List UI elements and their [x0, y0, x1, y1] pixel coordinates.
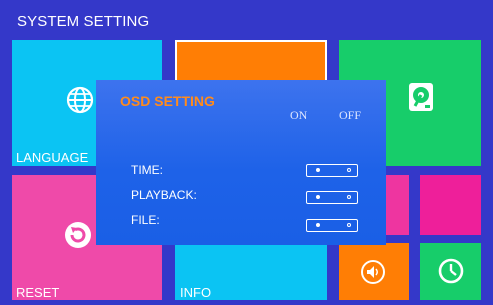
clock-icon: [438, 258, 464, 284]
dialog-title: OSD SETTING: [120, 93, 215, 109]
hdd-icon: [409, 83, 433, 111]
toggle-playback[interactable]: [306, 191, 358, 204]
toggle-file[interactable]: [306, 219, 358, 232]
page-title: SYSTEM SETTING: [17, 13, 150, 30]
tile-clock[interactable]: [420, 243, 481, 300]
row-playback-label: PLAYBACK:: [131, 188, 197, 202]
toggle-on-dot: [316, 223, 320, 227]
column-off-header: OFF: [339, 108, 362, 122]
column-on-header: ON: [290, 108, 308, 122]
toggle-off-dot: [347, 168, 351, 172]
osd-setting-dialog: OSD SETTING ON OFF TIME: PLAYBACK: FILE:: [96, 80, 386, 245]
tile-pink-right[interactable]: [420, 175, 481, 235]
tile-language-label: LANGUAGE: [16, 150, 89, 165]
tile-volume[interactable]: [339, 243, 409, 300]
row-time-label: TIME:: [131, 163, 163, 177]
toggle-on-dot: [316, 195, 320, 199]
system-setting-screen: SYSTEM SETTING LANGUAGE RESET INFO OSD S…: [0, 0, 493, 305]
reset-icon: [65, 222, 91, 248]
toggle-off-dot: [347, 195, 351, 199]
tile-reset-label: RESET: [16, 285, 60, 300]
toggle-time[interactable]: [306, 164, 358, 177]
tile-info-label: INFO: [180, 285, 212, 300]
row-file-label: FILE:: [131, 213, 160, 227]
globe-icon: [66, 86, 94, 114]
speaker-icon: [361, 260, 385, 284]
toggle-off-dot: [347, 223, 351, 227]
toggle-on-dot: [316, 168, 320, 172]
